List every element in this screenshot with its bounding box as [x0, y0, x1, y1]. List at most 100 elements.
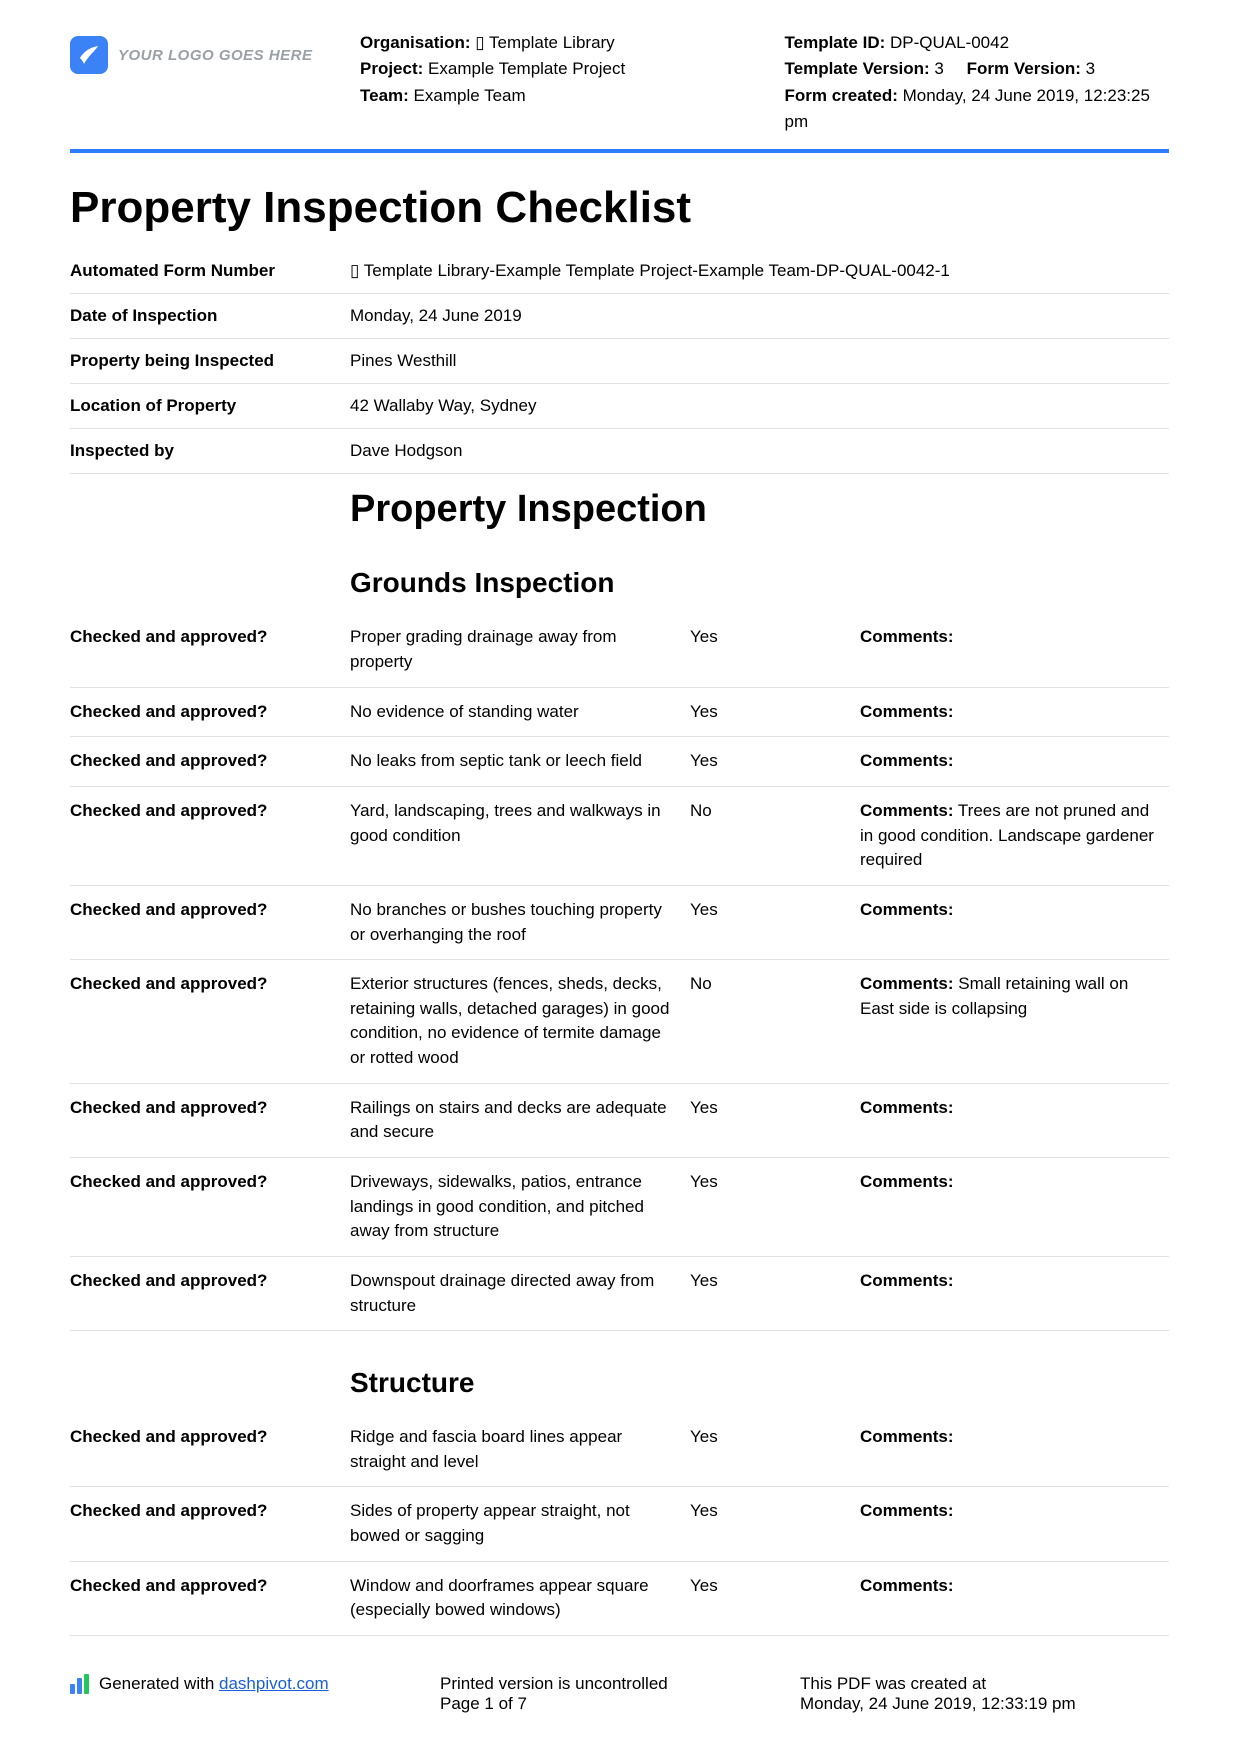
- grounds-heading: Grounds Inspection: [70, 567, 1169, 599]
- check-desc: Driveways, sidewalks, patios, entrance l…: [350, 1157, 690, 1256]
- check-question-label: Checked and approved?: [70, 1561, 350, 1635]
- structure-heading: Structure: [70, 1367, 1169, 1399]
- logo-block: YOUR LOGO GOES HERE: [70, 30, 360, 74]
- team-value: Example Team: [414, 86, 526, 105]
- check-comments: Comments:: [860, 1561, 1169, 1635]
- check-desc: Sides of property appear straight, not b…: [350, 1487, 690, 1561]
- check-row: Checked and approved?Exterior structures…: [70, 960, 1169, 1084]
- check-comments: Comments:: [860, 613, 1169, 687]
- check-answer: Yes: [690, 1256, 860, 1330]
- info-row: Automated Form Number▯ Template Library-…: [70, 249, 1169, 294]
- check-question-label: Checked and approved?: [70, 737, 350, 787]
- check-comments: Comments:: [860, 1487, 1169, 1561]
- template-version-value: 3: [934, 59, 943, 78]
- info-label: Location of Property: [70, 384, 350, 429]
- page-number: Page 1 of 7: [440, 1694, 800, 1714]
- comments-label: Comments:: [860, 1271, 954, 1290]
- comments-label: Comments:: [860, 1172, 954, 1191]
- generated-link[interactable]: dashpivot.com: [219, 1674, 329, 1693]
- check-desc: Exterior structures (fences, sheds, deck…: [350, 960, 690, 1084]
- info-row: Date of InspectionMonday, 24 June 2019: [70, 294, 1169, 339]
- comments-label: Comments:: [860, 801, 954, 820]
- info-value: ▯ Template Library-Example Template Proj…: [350, 249, 1169, 294]
- check-question-label: Checked and approved?: [70, 1256, 350, 1330]
- comments-label: Comments:: [860, 1098, 954, 1117]
- info-label: Property being Inspected: [70, 339, 350, 384]
- check-row: Checked and approved?Yard, landscaping, …: [70, 786, 1169, 885]
- info-row: Property being InspectedPines Westhill: [70, 339, 1169, 384]
- check-desc: No evidence of standing water: [350, 687, 690, 737]
- check-desc: Ridge and fascia board lines appear stra…: [350, 1413, 690, 1487]
- check-row: Checked and approved?Ridge and fascia bo…: [70, 1413, 1169, 1487]
- check-question-label: Checked and approved?: [70, 613, 350, 687]
- check-row: Checked and approved?Railings on stairs …: [70, 1083, 1169, 1157]
- info-label: Automated Form Number: [70, 249, 350, 294]
- info-row: Location of Property42 Wallaby Way, Sydn…: [70, 384, 1169, 429]
- org-label: Organisation:: [360, 33, 471, 52]
- info-value: Pines Westhill: [350, 339, 1169, 384]
- generated-prefix: Generated with: [99, 1674, 219, 1693]
- check-question-label: Checked and approved?: [70, 1157, 350, 1256]
- comments-label: Comments:: [860, 751, 954, 770]
- check-row: Checked and approved?Downspout drainage …: [70, 1256, 1169, 1330]
- check-answer: No: [690, 786, 860, 885]
- info-value: 42 Wallaby Way, Sydney: [350, 384, 1169, 429]
- check-answer: Yes: [690, 687, 860, 737]
- comments-label: Comments:: [860, 702, 954, 721]
- check-comments: Comments:: [860, 1256, 1169, 1330]
- comments-label: Comments:: [860, 1576, 954, 1595]
- check-desc: Proper grading drainage away from proper…: [350, 613, 690, 687]
- check-desc: Window and doorframes appear square (esp…: [350, 1561, 690, 1635]
- check-question-label: Checked and approved?: [70, 1413, 350, 1487]
- check-question-label: Checked and approved?: [70, 960, 350, 1084]
- project-value: Example Template Project: [428, 59, 625, 78]
- page: YOUR LOGO GOES HERE Organisation: ▯ Temp…: [0, 0, 1239, 1754]
- check-answer: Yes: [690, 737, 860, 787]
- page-title: Property Inspection Checklist: [70, 183, 1169, 233]
- info-label: Date of Inspection: [70, 294, 350, 339]
- project-label: Project:: [360, 59, 423, 78]
- comments-label: Comments:: [860, 900, 954, 919]
- check-question-label: Checked and approved?: [70, 885, 350, 959]
- footer: Generated with dashpivot.com Printed ver…: [70, 1674, 1169, 1714]
- check-desc: Railings on stairs and decks are adequat…: [350, 1083, 690, 1157]
- bars-icon: [70, 1674, 89, 1694]
- comments-label: Comments:: [860, 974, 954, 993]
- check-comments: Comments:: [860, 1157, 1169, 1256]
- template-version-label: Template Version:: [785, 59, 930, 78]
- check-row: Checked and approved?Proper grading drai…: [70, 613, 1169, 687]
- check-row: Checked and approved?Window and doorfram…: [70, 1561, 1169, 1635]
- structure-table: Checked and approved?Ridge and fascia bo…: [70, 1413, 1169, 1636]
- uncontrolled-text: Printed version is uncontrolled: [440, 1674, 800, 1694]
- form-created-label: Form created:: [785, 86, 898, 105]
- check-answer: Yes: [690, 1413, 860, 1487]
- check-answer: Yes: [690, 613, 860, 687]
- check-row: Checked and approved?No branches or bush…: [70, 885, 1169, 959]
- check-answer: Yes: [690, 885, 860, 959]
- pdf-created-label: This PDF was created at: [800, 1674, 1169, 1694]
- check-comments: Comments:: [860, 1413, 1169, 1487]
- logo-text: YOUR LOGO GOES HERE: [118, 47, 313, 64]
- info-value: Dave Hodgson: [350, 429, 1169, 474]
- info-table: Automated Form Number▯ Template Library-…: [70, 249, 1169, 474]
- header-meta-left: Organisation: ▯ Template Library Project…: [360, 30, 765, 109]
- check-row: Checked and approved?No leaks from septi…: [70, 737, 1169, 787]
- info-row: Inspected byDave Hodgson: [70, 429, 1169, 474]
- check-comments: Comments:: [860, 687, 1169, 737]
- check-question-label: Checked and approved?: [70, 1083, 350, 1157]
- section-heading: Property Inspection: [70, 488, 1169, 531]
- check-comments: Comments: Small retaining wall on East s…: [860, 960, 1169, 1084]
- check-answer: No: [690, 960, 860, 1084]
- check-desc: Yard, landscaping, trees and walkways in…: [350, 786, 690, 885]
- check-answer: Yes: [690, 1157, 860, 1256]
- template-id-value: DP-QUAL-0042: [890, 33, 1009, 52]
- form-version-label: Form Version:: [967, 59, 1081, 78]
- check-question-label: Checked and approved?: [70, 687, 350, 737]
- check-row: Checked and approved?Driveways, sidewalk…: [70, 1157, 1169, 1256]
- check-answer: Yes: [690, 1487, 860, 1561]
- check-row: Checked and approved?No evidence of stan…: [70, 687, 1169, 737]
- check-comments: Comments:: [860, 885, 1169, 959]
- pdf-created-value: Monday, 24 June 2019, 12:33:19 pm: [800, 1694, 1169, 1714]
- check-answer: Yes: [690, 1561, 860, 1635]
- check-comments: Comments: Trees are not pruned and in go…: [860, 786, 1169, 885]
